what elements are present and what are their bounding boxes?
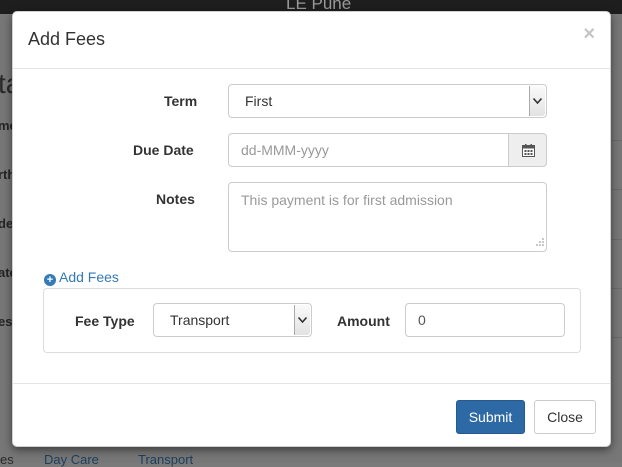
due-date-input[interactable]: dd-MMM-yyyy [228,133,509,167]
amount-label: Amount [337,313,390,329]
background-divider [612,189,622,190]
background-tab-transport[interactable]: Transport [138,452,193,467]
modal-footer: Submit Close [13,383,610,448]
chevron-down-icon [529,86,545,116]
background-label-fragment: es [0,314,13,329]
term-label: Term [164,93,198,109]
submit-button[interactable]: Submit [456,400,525,434]
fee-type-label: Fee Type [75,313,135,329]
calendar-button[interactable] [508,133,547,167]
due-date-label: Due Date [133,142,194,158]
chevron-down-icon [294,305,310,335]
term-select[interactable]: First [228,84,547,118]
notes-placeholder: This payment is for first admission [241,192,453,208]
calendar-icon [522,144,535,160]
resize-grip-icon[interactable] [536,233,544,249]
fee-row-panel: Fee Type Transport Amount 0 [43,288,581,353]
plus-circle-icon: + [44,274,56,286]
close-icon[interactable]: × [583,24,595,44]
notes-textarea[interactable]: This payment is for first admission [228,182,547,252]
background-tab-day-care[interactable]: Day Care [44,452,99,467]
notes-label: Notes [156,191,195,207]
modal-title: Add Fees [28,29,106,49]
close-button[interactable]: Close [534,400,596,434]
add-fees-modal: Add Fees × Term First Due Date dd-MMM-yy… [12,11,611,447]
term-select-value: First [245,93,273,109]
background-divider [612,140,622,141]
due-date-placeholder: dd-MMM-yyyy [241,142,329,158]
background-divider [612,239,622,240]
fee-type-select[interactable]: Transport [153,303,312,337]
background-divider [612,288,622,289]
background-footer-fragment: es [0,452,14,467]
background-divider [612,337,622,338]
add-fees-link[interactable]: + Add Fees [44,269,119,286]
add-fees-link-label: Add Fees [59,269,119,285]
modal-header: Add Fees × [13,12,610,69]
amount-input[interactable]: 0 [405,303,565,337]
amount-input-value: 0 [418,312,426,328]
fee-type-select-value: Transport [170,312,230,328]
